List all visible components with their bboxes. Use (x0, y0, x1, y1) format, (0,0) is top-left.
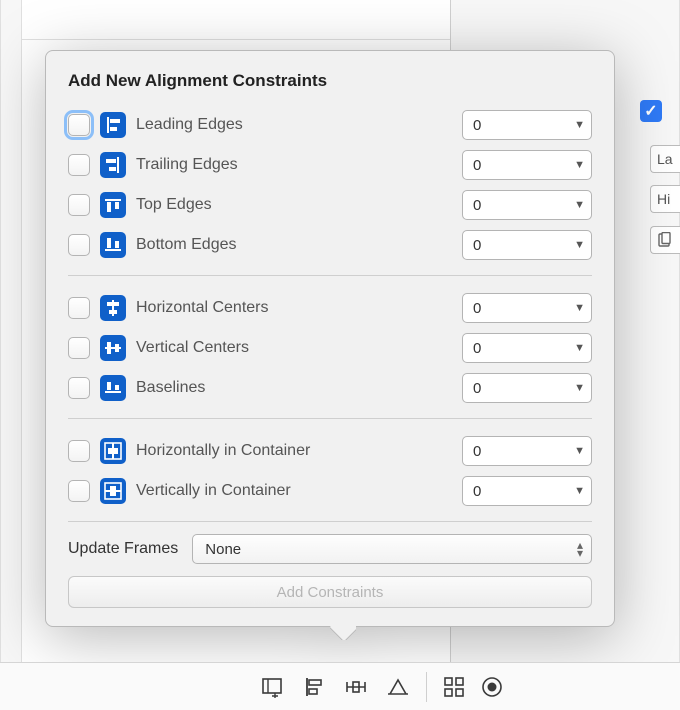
bg-stub: Hi (650, 185, 680, 213)
row-horizontally-in-container: Horizontally in Container 0▼ (68, 431, 592, 471)
popover-arrow (330, 626, 356, 640)
checkbox-vertical-centers[interactable] (68, 337, 90, 359)
row-vertically-in-container: Vertically in Container 0▼ (68, 471, 592, 511)
trailing-edges-icon (100, 152, 126, 178)
label-bottom-edges: Bottom Edges (136, 236, 452, 254)
bottom-edges-icon (100, 232, 126, 258)
toolbar-divider (426, 672, 427, 702)
row-leading-edges: Leading Edges 0▼ (68, 105, 592, 145)
stepper-icon: ▴▾ (577, 541, 583, 557)
assistant-view-icon[interactable] (481, 676, 505, 698)
row-horizontal-centers: Horizontal Centers 0▼ (68, 288, 592, 328)
update-frames-row: Update Frames None ▴▾ (68, 534, 592, 564)
value-top-edges[interactable]: 0▼ (462, 190, 592, 220)
vertical-centers-icon (100, 335, 126, 361)
bg-stub (650, 226, 680, 254)
chevron-down-icon: ▼ (574, 302, 585, 314)
label-baselines: Baselines (136, 379, 452, 397)
horizontally-in-container-icon (100, 438, 126, 464)
value-bottom-edges[interactable]: 0▼ (462, 230, 592, 260)
vertically-in-container-icon (100, 478, 126, 504)
chevron-down-icon: ▼ (574, 485, 585, 497)
row-baselines: Baselines 0▼ (68, 368, 592, 408)
chevron-down-icon: ▼ (574, 382, 585, 394)
separator (68, 418, 592, 419)
checkbox-top-edges[interactable] (68, 194, 90, 216)
value-baselines[interactable]: 0▼ (462, 373, 592, 403)
value-trailing-edges[interactable]: 0▼ (462, 150, 592, 180)
value-horizontally-in-container[interactable]: 0▼ (462, 436, 592, 466)
chevron-down-icon: ▼ (574, 445, 585, 457)
checkbox-horizontal-centers[interactable] (68, 297, 90, 319)
grid-view-icon[interactable] (443, 676, 467, 698)
canvas-toolbar (0, 662, 680, 710)
label-vertical-centers: Vertical Centers (136, 339, 452, 357)
label-leading-edges: Leading Edges (136, 116, 452, 134)
checkbox-bottom-edges[interactable] (68, 234, 90, 256)
separator (68, 275, 592, 276)
chevron-down-icon: ▼ (574, 239, 585, 251)
label-horizontal-centers: Horizontal Centers (136, 299, 452, 317)
leading-edges-icon (100, 112, 126, 138)
add-constraints-button[interactable]: Add Constraints (68, 576, 592, 608)
bg-stub: La (650, 145, 680, 173)
chevron-down-icon: ▼ (574, 342, 585, 354)
value-horizontal-centers[interactable]: 0▼ (462, 293, 592, 323)
checkbox-vertically-in-container[interactable] (68, 480, 90, 502)
popover-title: Add New Alignment Constraints (68, 71, 592, 91)
separator (68, 521, 592, 522)
row-trailing-edges: Trailing Edges 0▼ (68, 145, 592, 185)
row-bottom-edges: Bottom Edges 0▼ (68, 225, 592, 265)
top-edges-icon (100, 192, 126, 218)
value-leading-edges[interactable]: 0▼ (462, 110, 592, 140)
checkbox-baselines[interactable] (68, 377, 90, 399)
row-top-edges: Top Edges 0▼ (68, 185, 592, 225)
stack-tool-icon[interactable] (260, 676, 284, 698)
horizontal-centers-icon (100, 295, 126, 321)
chevron-down-icon: ▼ (574, 199, 585, 211)
update-frames-select[interactable]: None ▴▾ (192, 534, 592, 564)
row-vertical-centers: Vertical Centers 0▼ (68, 328, 592, 368)
bg-checked-icon: ✓ (640, 100, 662, 122)
chevron-down-icon: ▼ (574, 119, 585, 131)
label-horizontally-in-container: Horizontally in Container (136, 442, 452, 460)
checkbox-horizontally-in-container[interactable] (68, 440, 90, 462)
alignment-constraints-popover: Add New Alignment Constraints Leading Ed… (45, 50, 615, 627)
align-tool-icon[interactable] (302, 676, 326, 698)
update-frames-label: Update Frames (68, 540, 178, 558)
value-vertical-centers[interactable]: 0▼ (462, 333, 592, 363)
resolve-tool-icon[interactable] (386, 676, 410, 698)
value-vertically-in-container[interactable]: 0▼ (462, 476, 592, 506)
label-trailing-edges: Trailing Edges (136, 156, 452, 174)
label-top-edges: Top Edges (136, 196, 452, 214)
chevron-down-icon: ▼ (574, 159, 585, 171)
checkbox-trailing-edges[interactable] (68, 154, 90, 176)
checkbox-leading-edges[interactable] (68, 114, 90, 136)
pin-tool-icon[interactable] (344, 676, 368, 698)
label-vertically-in-container: Vertically in Container (136, 482, 452, 500)
baselines-icon (100, 375, 126, 401)
